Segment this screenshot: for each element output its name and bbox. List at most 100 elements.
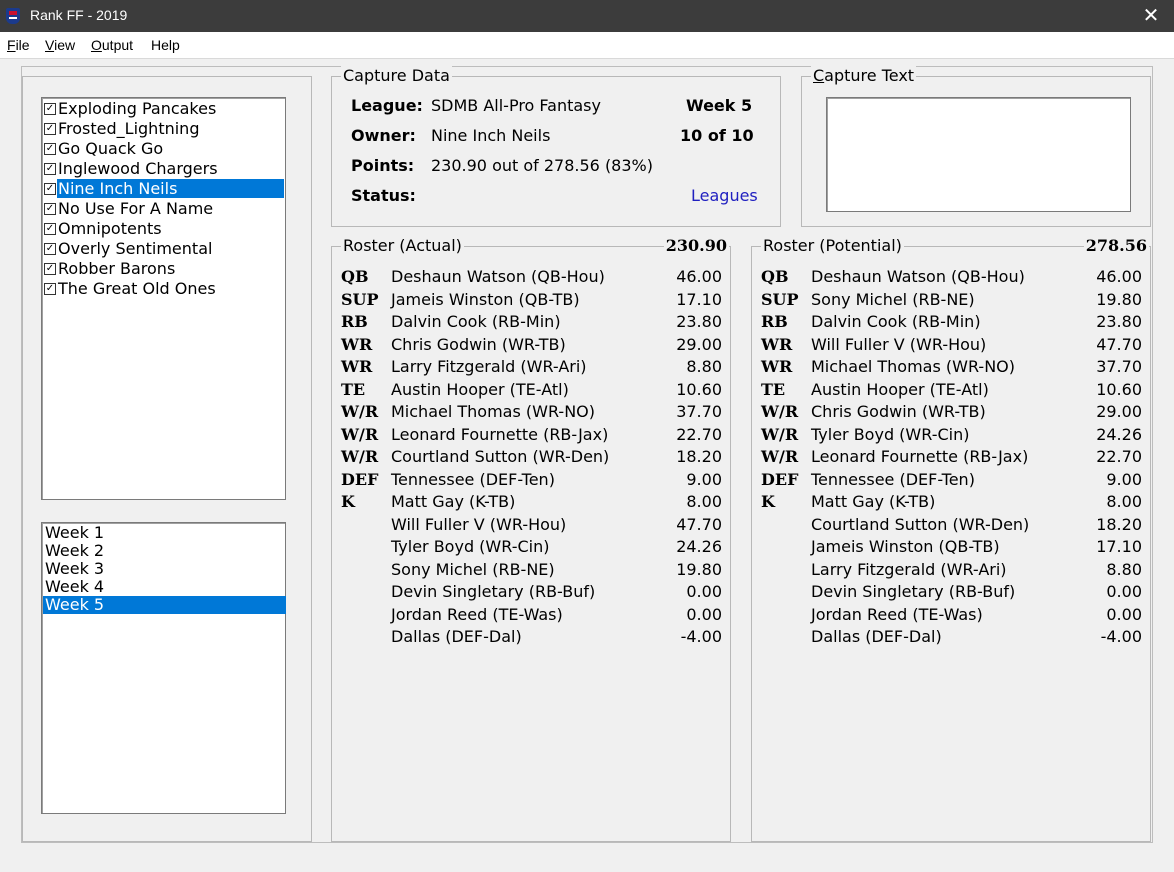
- roster-points: 19.80: [676, 559, 722, 579]
- team-list-item[interactable]: ✓ Frosted_Lightning: [42, 119, 283, 138]
- roster-potential-legend: Roster (Potential): [761, 236, 904, 256]
- team-list-item[interactable]: ✓ Overly Sentimental: [42, 239, 283, 258]
- roster-player-name: Sony Michel (RB-NE): [391, 559, 555, 579]
- roster-row: Dallas (DEF-Dal) -4.00: [761, 626, 1142, 648]
- team-checkbox[interactable]: ✓: [44, 243, 56, 255]
- team-list-item[interactable]: ✓ No Use For A Name: [42, 199, 283, 218]
- roster-row: QB Deshaun Watson (QB-Hou) 46.00: [761, 266, 1142, 288]
- roster-position: W/R: [761, 447, 799, 466]
- team-list-item[interactable]: ✓ Go Quack Go: [42, 139, 283, 158]
- roster-player-name: Chris Godwin (WR-TB): [811, 402, 986, 421]
- week-list-item[interactable]: Week 4: [43, 578, 286, 596]
- roster-points: 9.00: [686, 469, 722, 489]
- roster-player-name: Courtland Sutton (WR-Den): [811, 514, 1030, 534]
- close-button[interactable]: ✕: [1128, 0, 1174, 32]
- roster-points: 22.70: [676, 424, 722, 444]
- team-name: Go Quack Go: [58, 139, 164, 158]
- team-checkbox[interactable]: ✓: [44, 183, 56, 195]
- roster-row: SUP Sony Michel (RB-NE) 19.80: [761, 289, 1142, 311]
- roster-row: Will Fuller V (WR-Hou) 47.70: [341, 514, 722, 536]
- roster-position: DEF: [761, 469, 799, 489]
- roster-player-name: Larry Fitzgerald (WR-Ari): [811, 559, 1007, 579]
- roster-player-name: Austin Hooper (TE-Atl): [391, 379, 569, 399]
- menu-file[interactable]: File: [7, 37, 30, 53]
- capture-text-area[interactable]: [826, 97, 1131, 212]
- rank-value: 10 of 10: [680, 126, 754, 145]
- roster-points: 47.70: [1096, 334, 1142, 354]
- roster-row: Jordan Reed (TE-Was) 0.00: [341, 604, 722, 626]
- menu-help[interactable]: Help: [151, 37, 180, 53]
- team-checkbox[interactable]: ✓: [44, 163, 56, 175]
- roster-position: WR: [341, 334, 373, 354]
- team-listbox[interactable]: ✓ Exploding Pancakes ✓ Frosted_Lightning ✓ Go…: [41, 97, 286, 500]
- roster-position: RB: [341, 312, 368, 331]
- menu-output[interactable]: Output: [91, 37, 133, 53]
- roster-actual-total: 230.90: [663, 236, 729, 256]
- team-list-item[interactable]: ✓ Omnipotents: [42, 219, 283, 238]
- week-list-item[interactable]: Week 2: [43, 542, 286, 560]
- team-checkbox[interactable]: ✓: [44, 283, 56, 295]
- capture-data-legend: Capture Data: [341, 66, 452, 86]
- team-list-item[interactable]: ✓ The Great Old Ones: [42, 279, 283, 298]
- roster-row: RB Dalvin Cook (RB-Min) 23.80: [761, 311, 1142, 333]
- team-list-item[interactable]: ✓ Inglewood Chargers: [42, 159, 283, 178]
- roster-player-name: Devin Singletary (RB-Buf): [811, 582, 1016, 601]
- roster-row: Jameis Winston (QB-TB) 17.10: [761, 536, 1142, 558]
- roster-player-name: Deshaun Watson (QB-Hou): [391, 267, 605, 286]
- league-label: League:: [351, 96, 423, 115]
- roster-position: QB: [761, 267, 789, 286]
- team-list-item[interactable]: ✓ Robber Barons: [42, 259, 283, 278]
- roster-points: 10.60: [1096, 379, 1142, 399]
- roster-position: W/R: [761, 402, 799, 421]
- team-checkbox[interactable]: ✓: [44, 223, 56, 235]
- roster-points: 8.00: [1106, 492, 1142, 511]
- roster-points: 29.00: [676, 334, 722, 354]
- roster-points: 29.00: [1096, 402, 1142, 421]
- week-list-item[interactable]: Week 5: [43, 596, 286, 614]
- team-checkbox[interactable]: ✓: [44, 123, 56, 135]
- roster-points: 24.26: [676, 537, 722, 556]
- roster-points: 37.70: [676, 402, 722, 421]
- roster-position: K: [341, 492, 355, 511]
- roster-row: W/R Courtland Sutton (WR-Den) 18.20: [341, 446, 722, 468]
- roster-points: 17.10: [1096, 537, 1142, 556]
- owner-label: Owner:: [351, 126, 416, 145]
- roster-player-name: Deshaun Watson (QB-Hou): [811, 267, 1025, 286]
- week-list-item[interactable]: Week 1: [43, 524, 286, 542]
- roster-points: 0.00: [1106, 582, 1142, 601]
- roster-row: WR Chris Godwin (WR-TB) 29.00: [341, 334, 722, 356]
- roster-points: 46.00: [1096, 267, 1142, 286]
- roster-points: 22.70: [1096, 447, 1142, 466]
- team-checkbox[interactable]: ✓: [44, 263, 56, 275]
- week-listbox[interactable]: Week 1 Week 2 Week 3 Week 4 Week 5: [41, 522, 286, 814]
- leagues-link[interactable]: Leagues: [691, 186, 758, 205]
- roster-position: TE: [761, 379, 786, 399]
- roster-position: W/R: [761, 424, 799, 444]
- team-list-item[interactable]: ✓ Exploding Pancakes: [42, 99, 283, 118]
- roster-player-name: Will Fuller V (WR-Hou): [391, 514, 567, 534]
- team-checkbox[interactable]: ✓: [44, 143, 56, 155]
- roster-position: WR: [761, 334, 793, 354]
- roster-player-name: Michael Thomas (WR-NO): [391, 402, 595, 421]
- roster-points: 37.70: [1096, 357, 1142, 376]
- week-list-item[interactable]: Week 3: [43, 560, 286, 578]
- roster-row: TE Austin Hooper (TE-Atl) 10.60: [341, 379, 722, 401]
- roster-row: Courtland Sutton (WR-Den) 18.20: [761, 514, 1142, 536]
- menu-view[interactable]: View: [45, 37, 75, 53]
- team-name: Exploding Pancakes: [58, 99, 217, 118]
- roster-points: 18.20: [676, 447, 722, 466]
- team-checkbox[interactable]: ✓: [44, 203, 56, 215]
- roster-row: Jordan Reed (TE-Was) 0.00: [761, 604, 1142, 626]
- roster-player-name: Devin Singletary (RB-Buf): [391, 582, 596, 601]
- roster-player-name: Dalvin Cook (RB-Min): [811, 312, 981, 331]
- roster-position: W/R: [341, 424, 379, 444]
- roster-points: 24.26: [1096, 424, 1142, 444]
- team-name: Nine Inch Neils: [57, 179, 284, 198]
- team-checkbox[interactable]: ✓: [44, 103, 56, 115]
- roster-row: QB Deshaun Watson (QB-Hou) 46.00: [341, 266, 722, 288]
- roster-player-name: Chris Godwin (WR-TB): [391, 334, 566, 354]
- menu-bar: File View Output Help: [0, 32, 1174, 59]
- roster-points: 46.00: [676, 267, 722, 286]
- team-list-item[interactable]: ✓ Nine Inch Neils: [42, 179, 284, 198]
- window-title: Rank FF - 2019: [30, 7, 128, 23]
